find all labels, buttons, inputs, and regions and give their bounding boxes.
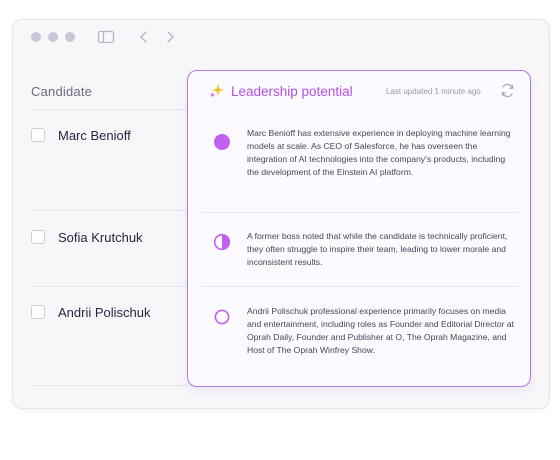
chevron-left-icon[interactable] [135, 28, 153, 46]
entry-divider [202, 212, 518, 213]
titlebar [13, 20, 549, 52]
half-circle-icon [213, 233, 231, 251]
full-circle-icon [213, 133, 231, 151]
divider [31, 109, 193, 110]
last-updated-label: Last updated 1 minute ago [386, 87, 481, 96]
window-dot-icon[interactable] [31, 32, 41, 42]
candidate-name: Andrii Polischuk [58, 304, 151, 320]
divider [31, 210, 193, 211]
candidate-checkbox[interactable] [31, 128, 45, 142]
empty-circle-icon [213, 308, 231, 326]
candidate-row[interactable]: Andrii Polischuk [31, 302, 191, 322]
panel-title: Leadership potential [231, 84, 353, 99]
chevron-right-icon[interactable] [161, 28, 179, 46]
assessment-text: Marc Benioff has extensive experience in… [247, 128, 511, 177]
candidate-name: Sofia Krutchuk [58, 229, 143, 245]
sidebar-toggle-icon[interactable] [97, 28, 115, 46]
candidate-name: Marc Benioff [58, 127, 131, 143]
sparkle-icon [209, 83, 225, 99]
candidate-checkbox[interactable] [31, 230, 45, 244]
candidate-row[interactable]: Marc Benioff [31, 125, 191, 145]
window-dot-icon[interactable] [65, 32, 75, 42]
window-dot-icon[interactable] [48, 32, 58, 42]
refresh-icon[interactable] [500, 83, 515, 98]
leadership-potential-panel: Leadership potential Last updated 1 minu… [187, 70, 531, 387]
app-window: Candidate Marc Benioff Sofia Krutchuk An… [12, 19, 550, 409]
candidate-checkbox[interactable] [31, 305, 45, 319]
divider [31, 385, 193, 386]
entry-divider [202, 286, 518, 287]
assessment-text: Andrii Polischuk professional experience… [247, 306, 515, 355]
panel-header: Leadership potential Last updated 1 minu… [188, 71, 530, 111]
divider [31, 286, 193, 287]
candidate-row[interactable]: Sofia Krutchuk [31, 227, 191, 247]
assessment-text: A former boss noted that while the candi… [247, 231, 508, 267]
candidate-column-header: Candidate [31, 84, 93, 99]
